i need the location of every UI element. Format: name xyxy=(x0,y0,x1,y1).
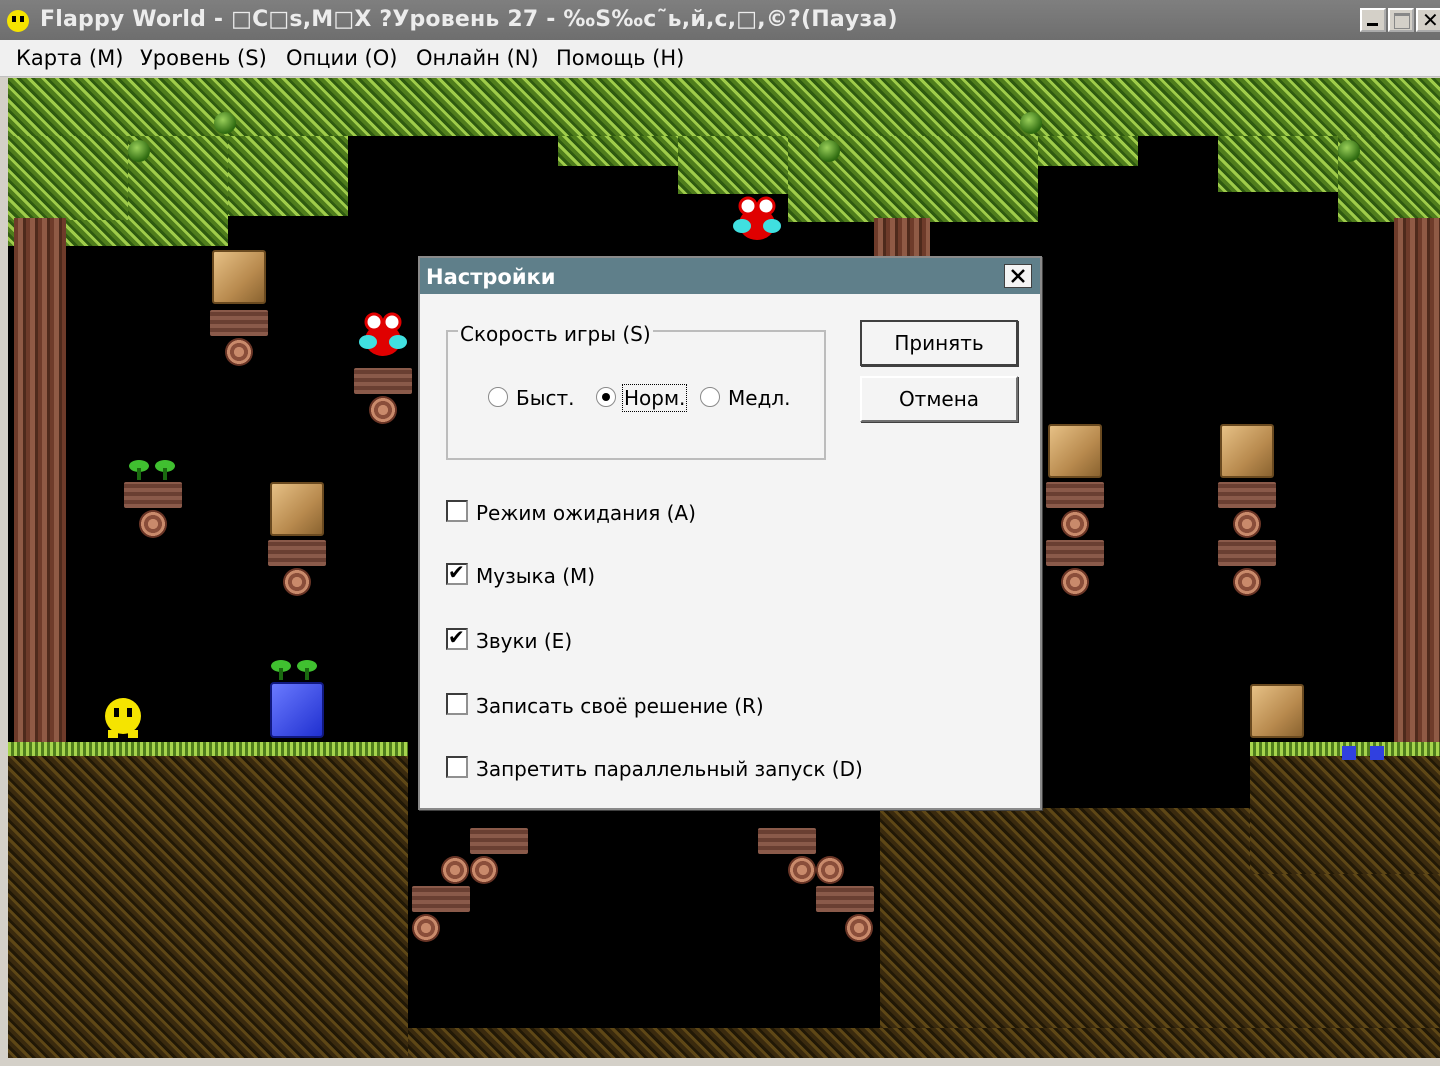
settings-dialog: Настройки Скорость игры (S) Быст. Норм. … xyxy=(418,256,1042,810)
accept-button[interactable]: Принять xyxy=(860,320,1018,366)
speed-normal-radio[interactable] xyxy=(596,387,616,407)
log-end xyxy=(788,856,816,884)
speed-fast-label[interactable]: Быст. xyxy=(516,386,575,410)
minimize-icon xyxy=(1367,23,1378,26)
log-end xyxy=(1233,510,1261,538)
checkmark-icon: ✔ xyxy=(448,625,465,649)
log-plank xyxy=(124,482,182,508)
close-icon xyxy=(1011,269,1025,283)
menu-options[interactable]: Опции (O) xyxy=(286,46,397,70)
menu-online[interactable]: Онлайн (N) xyxy=(416,46,539,70)
speed-group-label: Скорость игры (S) xyxy=(458,322,653,346)
forbid-parallel-label[interactable]: Запретить параллельный запуск (D) xyxy=(476,757,863,781)
sounds-label[interactable]: Звуки (E) xyxy=(476,629,572,653)
red-bug-enemy xyxy=(354,308,412,366)
menu-level[interactable]: Уровень (S) xyxy=(140,46,267,70)
record-solution-label[interactable]: Записать своё решение (R) xyxy=(476,694,764,718)
wooden-crate xyxy=(212,250,266,304)
tree-trunk xyxy=(874,218,930,258)
berry xyxy=(1338,140,1360,162)
log-end xyxy=(283,568,311,596)
speed-slow-label[interactable]: Медл. xyxy=(728,386,791,410)
wooden-crate xyxy=(1220,424,1274,478)
speed-fast-radio[interactable] xyxy=(488,387,508,407)
blue-gem xyxy=(1370,746,1384,760)
sounds-checkbox[interactable]: ✔ xyxy=(446,625,468,650)
log-plank xyxy=(1218,482,1276,508)
log-plank xyxy=(268,540,326,566)
log-plank xyxy=(412,886,470,912)
log-plank xyxy=(354,368,412,394)
log-end xyxy=(845,914,873,942)
blue-gem xyxy=(1342,746,1356,760)
log-plank xyxy=(816,886,874,912)
log-end xyxy=(1233,568,1261,596)
wait-mode-label[interactable]: Режим ожидания (A) xyxy=(476,501,696,525)
maximize-button[interactable] xyxy=(1388,8,1414,32)
ground xyxy=(408,1028,1440,1058)
checkmark-icon: ✔ xyxy=(448,560,465,584)
log-end xyxy=(412,914,440,942)
tree-trunk xyxy=(1394,218,1440,748)
close-button[interactable]: ✕ xyxy=(1416,8,1440,32)
wooden-crate xyxy=(270,482,324,536)
tree-trunk xyxy=(14,218,66,748)
dialog-close-button[interactable] xyxy=(1004,264,1032,288)
menu-help[interactable]: Помощь (H) xyxy=(556,46,684,70)
grass-edge xyxy=(8,742,408,756)
log-plank xyxy=(758,828,816,854)
wooden-crate xyxy=(1250,684,1304,738)
berry xyxy=(128,140,150,162)
sprout xyxy=(268,658,322,680)
log-end xyxy=(1061,568,1089,596)
wait-mode-checkbox[interactable] xyxy=(446,500,468,522)
dialog-title: Настройки xyxy=(426,265,556,289)
log-end xyxy=(139,510,167,538)
log-end xyxy=(1061,510,1089,538)
log-end xyxy=(225,338,253,366)
log-end xyxy=(470,856,498,884)
music-checkbox[interactable]: ✔ xyxy=(446,560,468,585)
window-title: Flappy World - □C□s,M□X ?Уровень 27 - ‰S… xyxy=(40,7,898,32)
record-solution-checkbox[interactable] xyxy=(446,693,468,715)
log-end xyxy=(441,856,469,884)
cancel-button[interactable]: Отмена xyxy=(860,376,1018,422)
forbid-parallel-checkbox[interactable] xyxy=(446,756,468,778)
speed-slow-radio[interactable] xyxy=(700,387,720,407)
maximize-icon xyxy=(1394,13,1410,29)
wooden-crate xyxy=(1048,424,1102,478)
music-label[interactable]: Музыка (M) xyxy=(476,564,595,588)
flappy-face-icon xyxy=(7,10,29,32)
log-end xyxy=(369,396,397,424)
log-plank xyxy=(470,828,528,854)
log-end xyxy=(816,856,844,884)
menu-map[interactable]: Карта (M) xyxy=(16,46,123,70)
red-bug-enemy xyxy=(728,192,786,250)
log-plank xyxy=(210,310,268,336)
berry xyxy=(214,112,236,134)
menu-bar: Карта (M) Уровень (S) Опции (O) Онлайн (… xyxy=(0,40,1440,77)
log-plank xyxy=(1046,482,1104,508)
ground xyxy=(8,754,408,1058)
ground xyxy=(1250,754,1440,874)
speed-normal-label[interactable]: Норм. xyxy=(621,384,688,412)
log-plank xyxy=(1218,540,1276,566)
close-icon: ✕ xyxy=(1422,8,1439,32)
dialog-titlebar[interactable]: Настройки xyxy=(420,258,1040,294)
sprout xyxy=(126,458,180,480)
blue-block xyxy=(270,682,324,738)
log-plank xyxy=(1046,540,1104,566)
window-titlebar[interactable]: Flappy World - □C□s,M□X ?Уровень 27 - ‰S… xyxy=(0,0,1440,40)
flappy-player xyxy=(100,694,146,740)
berry xyxy=(1020,112,1042,134)
minimize-button[interactable] xyxy=(1360,8,1386,32)
tree-canopy xyxy=(8,136,128,220)
berry xyxy=(818,140,840,162)
